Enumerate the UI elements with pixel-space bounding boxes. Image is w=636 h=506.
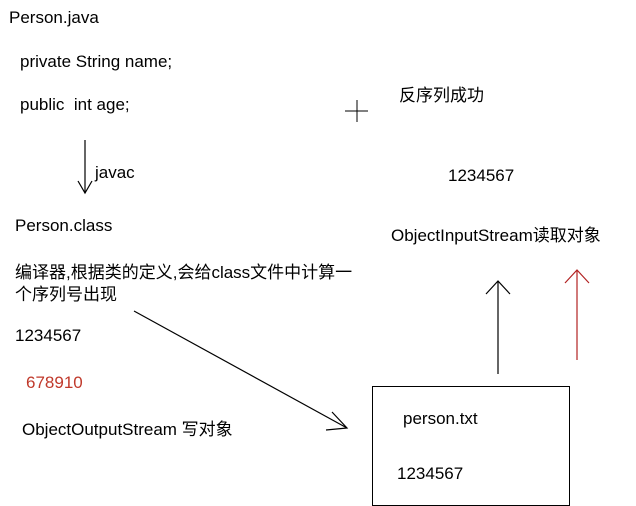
javac-down-arrow: [77, 140, 93, 195]
read-up-arrow: [485, 280, 511, 374]
crosshair-cursor-icon: [345, 100, 368, 122]
write-diagonal-arrow: [133, 310, 349, 431]
diagram-connectors: [77, 100, 590, 431]
red-up-arrow: [564, 269, 590, 360]
